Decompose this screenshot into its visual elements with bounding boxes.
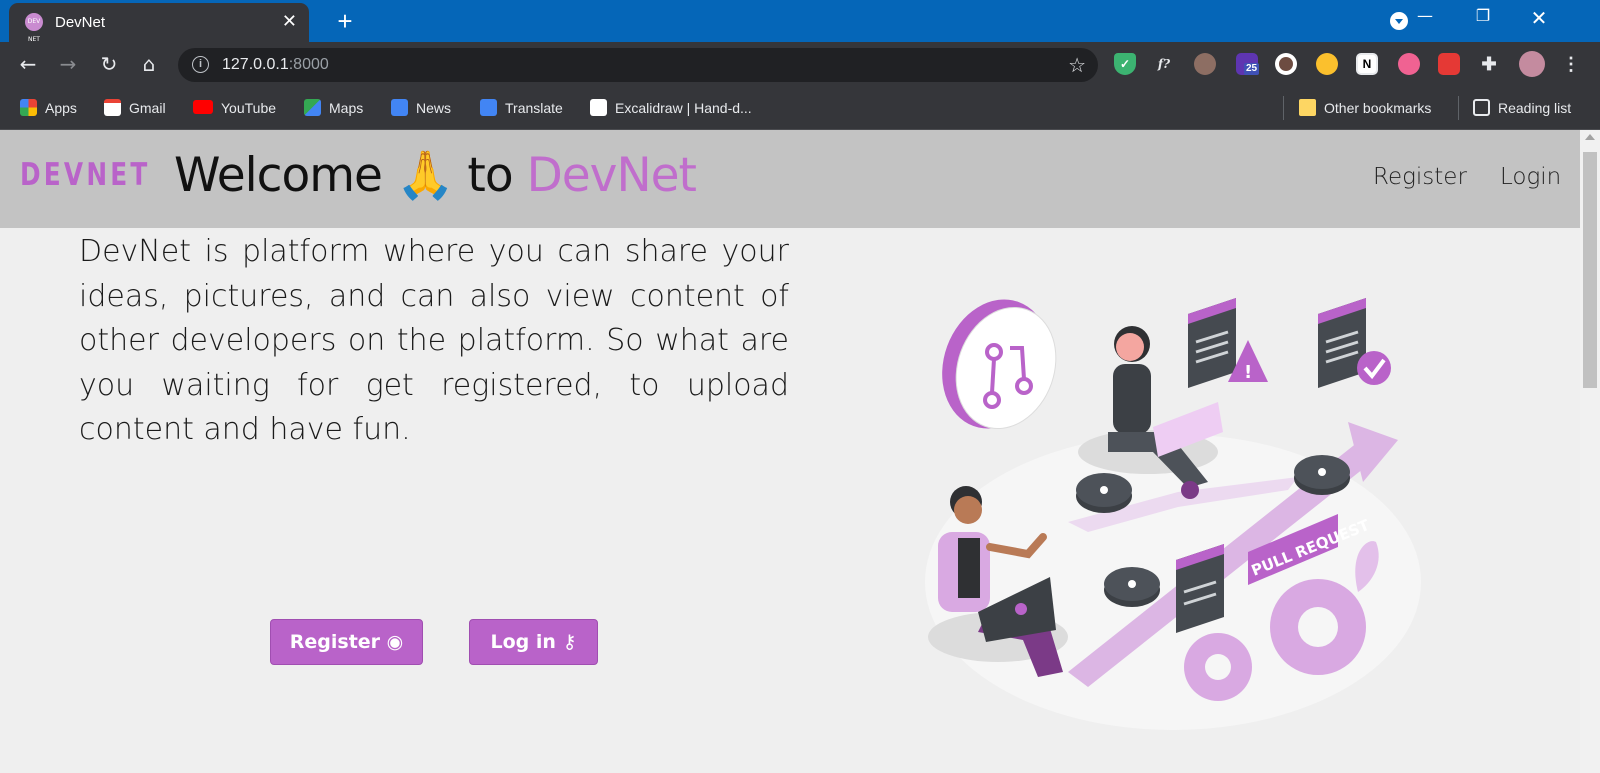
- badge-extension-icon[interactable]: 25: [1236, 53, 1260, 75]
- close-window-icon[interactable]: ✕: [1516, 6, 1562, 36]
- page-scrollbar[interactable]: [1580, 130, 1600, 773]
- apps-grid-icon: [20, 99, 37, 116]
- hero-description: DevNet is platform where you can share y…: [79, 234, 789, 447]
- share-node-icon: [1294, 455, 1350, 495]
- git-branch-disk-icon: [942, 299, 1057, 430]
- url-host: 127.0.0.1: [222, 56, 289, 73]
- new-tab-button[interactable]: +: [330, 6, 360, 36]
- user-circle-icon: ◉: [386, 631, 404, 653]
- bookmarks-bar: Apps Gmail YouTube Maps News Translate E…: [0, 86, 1600, 130]
- gear-icon: [1184, 633, 1252, 701]
- bookmark-news[interactable]: News: [391, 98, 451, 118]
- folder-icon: [1299, 99, 1316, 116]
- bookmarks-divider: [1458, 96, 1459, 120]
- menu-kebab-icon[interactable]: ⋮: [1560, 53, 1582, 75]
- key-icon: ⚷: [562, 631, 577, 653]
- other-bookmarks[interactable]: Other bookmarks: [1299, 98, 1431, 118]
- minimize-window-icon[interactable]: —: [1402, 6, 1448, 36]
- gear-icon: [1270, 579, 1366, 675]
- palette-extension-icon[interactable]: [1398, 53, 1420, 75]
- gmail-icon: [104, 99, 121, 116]
- calendar-extension-icon[interactable]: [1438, 53, 1460, 75]
- bookmark-excalidraw[interactable]: Excalidraw | Hand-d...: [590, 98, 752, 118]
- font-extension-icon[interactable]: f?: [1153, 53, 1175, 75]
- shield-extension-icon[interactable]: ✓: [1114, 53, 1136, 75]
- svg-text:!: !: [1244, 362, 1252, 383]
- extension-badge: 25: [1244, 63, 1260, 75]
- bookmarks-divider: [1283, 96, 1284, 120]
- hero-login-button[interactable]: Log in ⚷: [469, 619, 598, 665]
- scroll-up-icon[interactable]: [1585, 134, 1595, 140]
- back-icon[interactable]: ←: [14, 50, 42, 78]
- profile-avatar[interactable]: [1519, 51, 1545, 77]
- praying-hands-icon: 🙏: [395, 148, 455, 203]
- collaboration-illustration: ! PULL REQUEST: [925, 298, 1421, 730]
- reading-list[interactable]: Reading list: [1473, 98, 1571, 118]
- scrollbar-thumb[interactable]: [1583, 152, 1597, 388]
- bookmark-apps[interactable]: Apps: [20, 98, 77, 118]
- youtube-icon: [193, 100, 213, 114]
- nav-login-link[interactable]: Login: [1500, 164, 1561, 190]
- tab-title: DevNet: [55, 14, 106, 31]
- share-node-icon: [1076, 473, 1132, 513]
- devnet-accent-text: DevNet: [526, 148, 697, 203]
- bookmark-star-icon[interactable]: ☆: [1068, 53, 1086, 78]
- maps-icon: [304, 99, 321, 116]
- browser-tab-strip: DEV NET DevNet ✕ + — ❐ ✕: [0, 0, 1600, 43]
- close-tab-icon[interactable]: ✕: [282, 11, 297, 32]
- code-window-check-icon: [1318, 298, 1391, 388]
- browser-tab[interactable]: DEV NET DevNet ✕: [9, 3, 309, 43]
- welcome-heading: Welcome 🙏 to DevNet: [173, 148, 697, 203]
- excalidraw-icon: [590, 99, 607, 116]
- url-text: 127.0.0.1:8000: [222, 56, 329, 74]
- bookmark-youtube[interactable]: YouTube: [193, 98, 276, 118]
- reload-icon[interactable]: ↻: [95, 50, 123, 78]
- hero-register-button[interactable]: Register ◉: [270, 619, 423, 665]
- news-icon: [391, 99, 408, 116]
- reading-list-icon: [1473, 99, 1490, 116]
- pen-extension-icon[interactable]: [1316, 53, 1338, 75]
- share-node-icon: [1104, 567, 1160, 607]
- address-bar[interactable]: i 127.0.0.1:8000 ☆: [178, 48, 1098, 82]
- nav-register-link[interactable]: Register: [1373, 164, 1467, 190]
- devnet-favicon: DEV NET: [25, 13, 43, 43]
- browser-toolbar: ← → ↻ ⌂ i 127.0.0.1:8000 ☆ ✓ f? 25 N ✚ ⋮: [0, 42, 1600, 86]
- code-window-warning-icon: !: [1188, 298, 1268, 388]
- notion-extension-icon[interactable]: N: [1356, 53, 1378, 75]
- bookmark-gmail[interactable]: Gmail: [104, 98, 166, 118]
- cookie-extension-icon[interactable]: [1275, 53, 1297, 75]
- site-info-icon[interactable]: i: [192, 56, 209, 73]
- face-extension-icon[interactable]: [1194, 53, 1216, 75]
- home-icon[interactable]: ⌂: [135, 50, 163, 78]
- url-port: :8000: [288, 56, 329, 73]
- bookmark-maps[interactable]: Maps: [304, 98, 363, 118]
- bookmark-translate[interactable]: Translate: [480, 98, 563, 118]
- translate-icon: [480, 99, 497, 116]
- restore-window-icon[interactable]: ❐: [1460, 6, 1506, 36]
- extensions-puzzle-icon[interactable]: ✚: [1478, 53, 1500, 75]
- forward-icon[interactable]: →: [54, 50, 82, 78]
